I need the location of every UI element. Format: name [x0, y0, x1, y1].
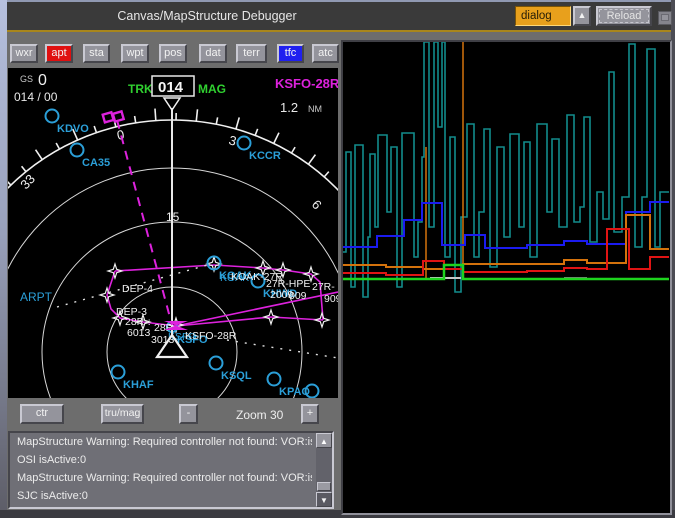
log-line: MapStructure Warning: Required controlle… [17, 436, 312, 448]
tru-mag-button[interactable]: tru/mag [101, 404, 144, 424]
trk-value: 014 [158, 79, 184, 96]
log-line: MapStructure Warning: Required controlle… [17, 472, 312, 484]
toolbar-button-apt[interactable]: apt [45, 44, 73, 63]
log-line: SJC isActive:0 [17, 490, 88, 502]
navaid-circle-KDVO [44, 108, 60, 124]
rose-tick [8, 181, 12, 186]
rose-tick [154, 108, 157, 121]
window-border-left [0, 0, 7, 518]
compass-number: 0 [116, 127, 126, 143]
rose-tick [55, 142, 61, 150]
log-scrollbar[interactable]: ▲ ▼ [316, 433, 332, 507]
log-output: MapStructure Warning: Required controlle… [8, 431, 334, 509]
rose-tick [254, 128, 259, 136]
window-title: Canvas/MapStructure Debugger [117, 9, 297, 23]
map-label: ARPT [20, 290, 53, 304]
toolbar-button-sta[interactable]: sta [83, 44, 110, 63]
nav-display: 0 3336KDVOCA35KCCRKOAKKHWDKSFOKHAFKSQLKPA… [8, 68, 338, 398]
rose-tick [133, 115, 137, 123]
map-label: KSFO-28R [185, 330, 237, 342]
toolbar-button-pos[interactable]: pos [159, 44, 187, 63]
down-arrow-icon: ▼ [320, 496, 328, 505]
rose-tick [235, 117, 241, 130]
toolbar-button-atc[interactable]: atc [312, 44, 339, 63]
bearing-line-dashed-2 [226, 339, 338, 359]
map-label: DEP-4 [122, 283, 153, 295]
zoom-level-label: Zoom 30 [236, 408, 284, 422]
window-icon[interactable] [658, 11, 672, 25]
rose-tick [34, 149, 43, 161]
zoom-out-button[interactable]: - [179, 404, 198, 424]
rose-tick [93, 125, 98, 133]
wind-readout: 014 / 00 [14, 90, 58, 104]
navaid-label: KHAF [123, 379, 154, 391]
gs-label: GS [20, 74, 33, 84]
map-label: 27R- [312, 281, 335, 293]
toolbar-button-wpt[interactable]: wpt [121, 44, 149, 63]
dialog-name-input[interactable]: dialog [515, 6, 571, 26]
trk-label: TRK [128, 82, 153, 96]
toolbar-button-wxr[interactable]: wxr [10, 44, 38, 63]
gs-value: 0 [38, 72, 47, 89]
navaid-label: KCCR [249, 150, 281, 162]
up-arrow-icon: ▲ [320, 437, 328, 446]
scrollbar-thumb[interactable] [317, 482, 331, 491]
profile-graph [343, 41, 669, 298]
rose-tick [215, 117, 219, 125]
mag-label: MAG [198, 82, 226, 96]
profile-graph-panel [341, 40, 672, 515]
log-line: OSI isActive:0 [17, 454, 87, 466]
navaid-circle-KCCR [236, 135, 252, 151]
distance-units: NM [308, 104, 322, 114]
scroll-down-button[interactable]: ▼ [316, 492, 332, 507]
window-icon-glyph [661, 14, 669, 21]
compass-number: 6 [309, 197, 325, 213]
rose-tick [323, 171, 330, 178]
rose-tick [20, 165, 27, 173]
zoom-in-button[interactable]: + [301, 404, 319, 424]
reload-button[interactable]: Reload [596, 6, 652, 26]
navaid-label: KSQL [221, 370, 252, 382]
distance-value: 1.2 [280, 100, 298, 115]
reload-button-label: Reload [599, 9, 649, 23]
navaid-circle-KHAF [110, 364, 126, 380]
center-button[interactable]: ctr [20, 404, 64, 424]
scroll-up-button[interactable]: ▲ [316, 433, 332, 448]
map-label: 909 [324, 293, 338, 305]
graph-series-layer [343, 41, 669, 298]
map-label: 009 [289, 290, 307, 302]
navaid-label: KDVO [57, 123, 89, 135]
compass-number: 3 [227, 132, 238, 148]
rose-tick [195, 109, 199, 122]
navaid-label: CA35 [82, 157, 110, 169]
titlebar-accent-line [7, 30, 671, 32]
navaid-circle-KPAO [266, 371, 282, 387]
chart-series-trace-blue [343, 201, 669, 249]
map-label: 6013 [127, 327, 151, 339]
rose-tick [307, 154, 317, 165]
toolbar-button-terr[interactable]: terr [236, 44, 267, 63]
active-waypoint: KSFO-28R [275, 76, 338, 91]
toolbar-button-tfc[interactable]: tfc [277, 44, 304, 63]
navaid-circle-KSQL [208, 355, 224, 371]
navaid-circle-CA35 [69, 142, 85, 158]
toolbar-button-dat[interactable]: dat [199, 44, 227, 63]
route-line [175, 291, 338, 327]
chart-series-terrain-trace-cyan [343, 41, 669, 298]
up-arrow-icon: ▲ [577, 10, 587, 20]
dialog-list-button[interactable]: ▲ [573, 6, 591, 26]
rose-tick [290, 146, 296, 154]
heading-bug-icon [101, 109, 126, 124]
title-bar[interactable]: Canvas/MapStructure Debugger [7, 2, 671, 30]
chart-series-trace-orange [343, 214, 669, 270]
rose-tick [272, 132, 280, 144]
compass-number: 33 [17, 171, 38, 192]
